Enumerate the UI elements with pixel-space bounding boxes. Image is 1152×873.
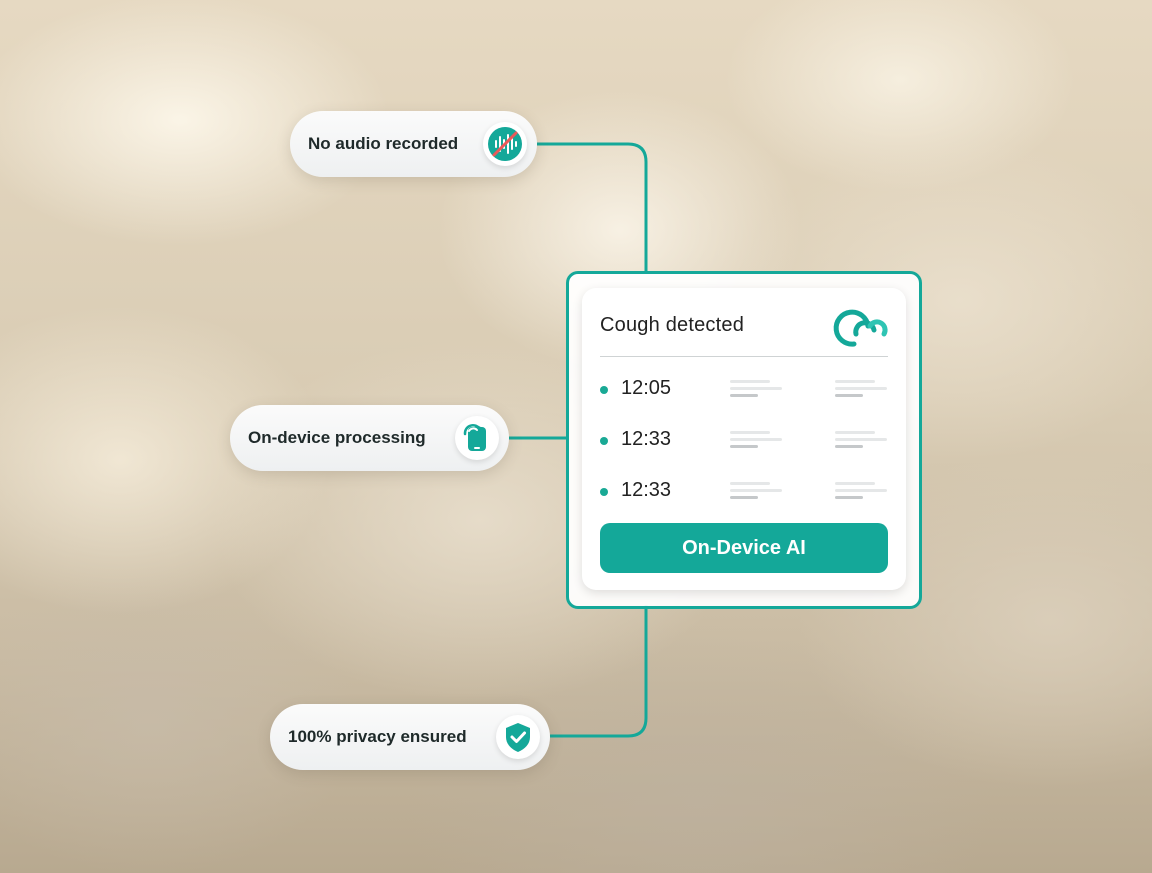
feature-label: No audio recorded <box>308 134 459 153</box>
shield-check-icon <box>496 715 540 759</box>
event-time: 12:33 <box>621 479 672 501</box>
placeholder-bars <box>835 482 887 503</box>
feature-pill-no-audio: No audio recorded <box>290 111 537 177</box>
placeholder-bars <box>835 380 887 401</box>
event-row: 12:05 <box>600 376 888 402</box>
card-title: Cough detected <box>600 314 745 336</box>
status-dot <box>600 488 608 496</box>
brand-logo-icon <box>832 304 892 355</box>
device-sync-icon <box>455 416 499 460</box>
event-time: 12:05 <box>621 377 672 399</box>
status-dot <box>600 437 608 445</box>
event-row: 12:33 <box>600 478 888 504</box>
feature-pill-on-device: On-device processing <box>230 405 509 471</box>
event-row: 12:33 <box>600 427 888 453</box>
placeholder-bars <box>835 431 887 452</box>
placeholder-bars <box>730 431 782 452</box>
placeholder-bars <box>730 380 782 401</box>
feature-pill-privacy: 100% privacy ensured <box>270 704 550 770</box>
feature-label: On-device processing <box>248 428 426 447</box>
on-device-ai-button[interactable]: On-Device AI <box>600 523 888 573</box>
card-divider <box>600 356 888 357</box>
status-dot <box>600 386 608 394</box>
no-audio-icon <box>483 122 527 166</box>
detection-card: Cough detected 12:05 12:33 12:33 On-Devi… <box>582 288 906 590</box>
feature-label: 100% privacy ensured <box>288 727 467 746</box>
placeholder-bars <box>730 482 782 503</box>
event-time: 12:33 <box>621 428 672 450</box>
